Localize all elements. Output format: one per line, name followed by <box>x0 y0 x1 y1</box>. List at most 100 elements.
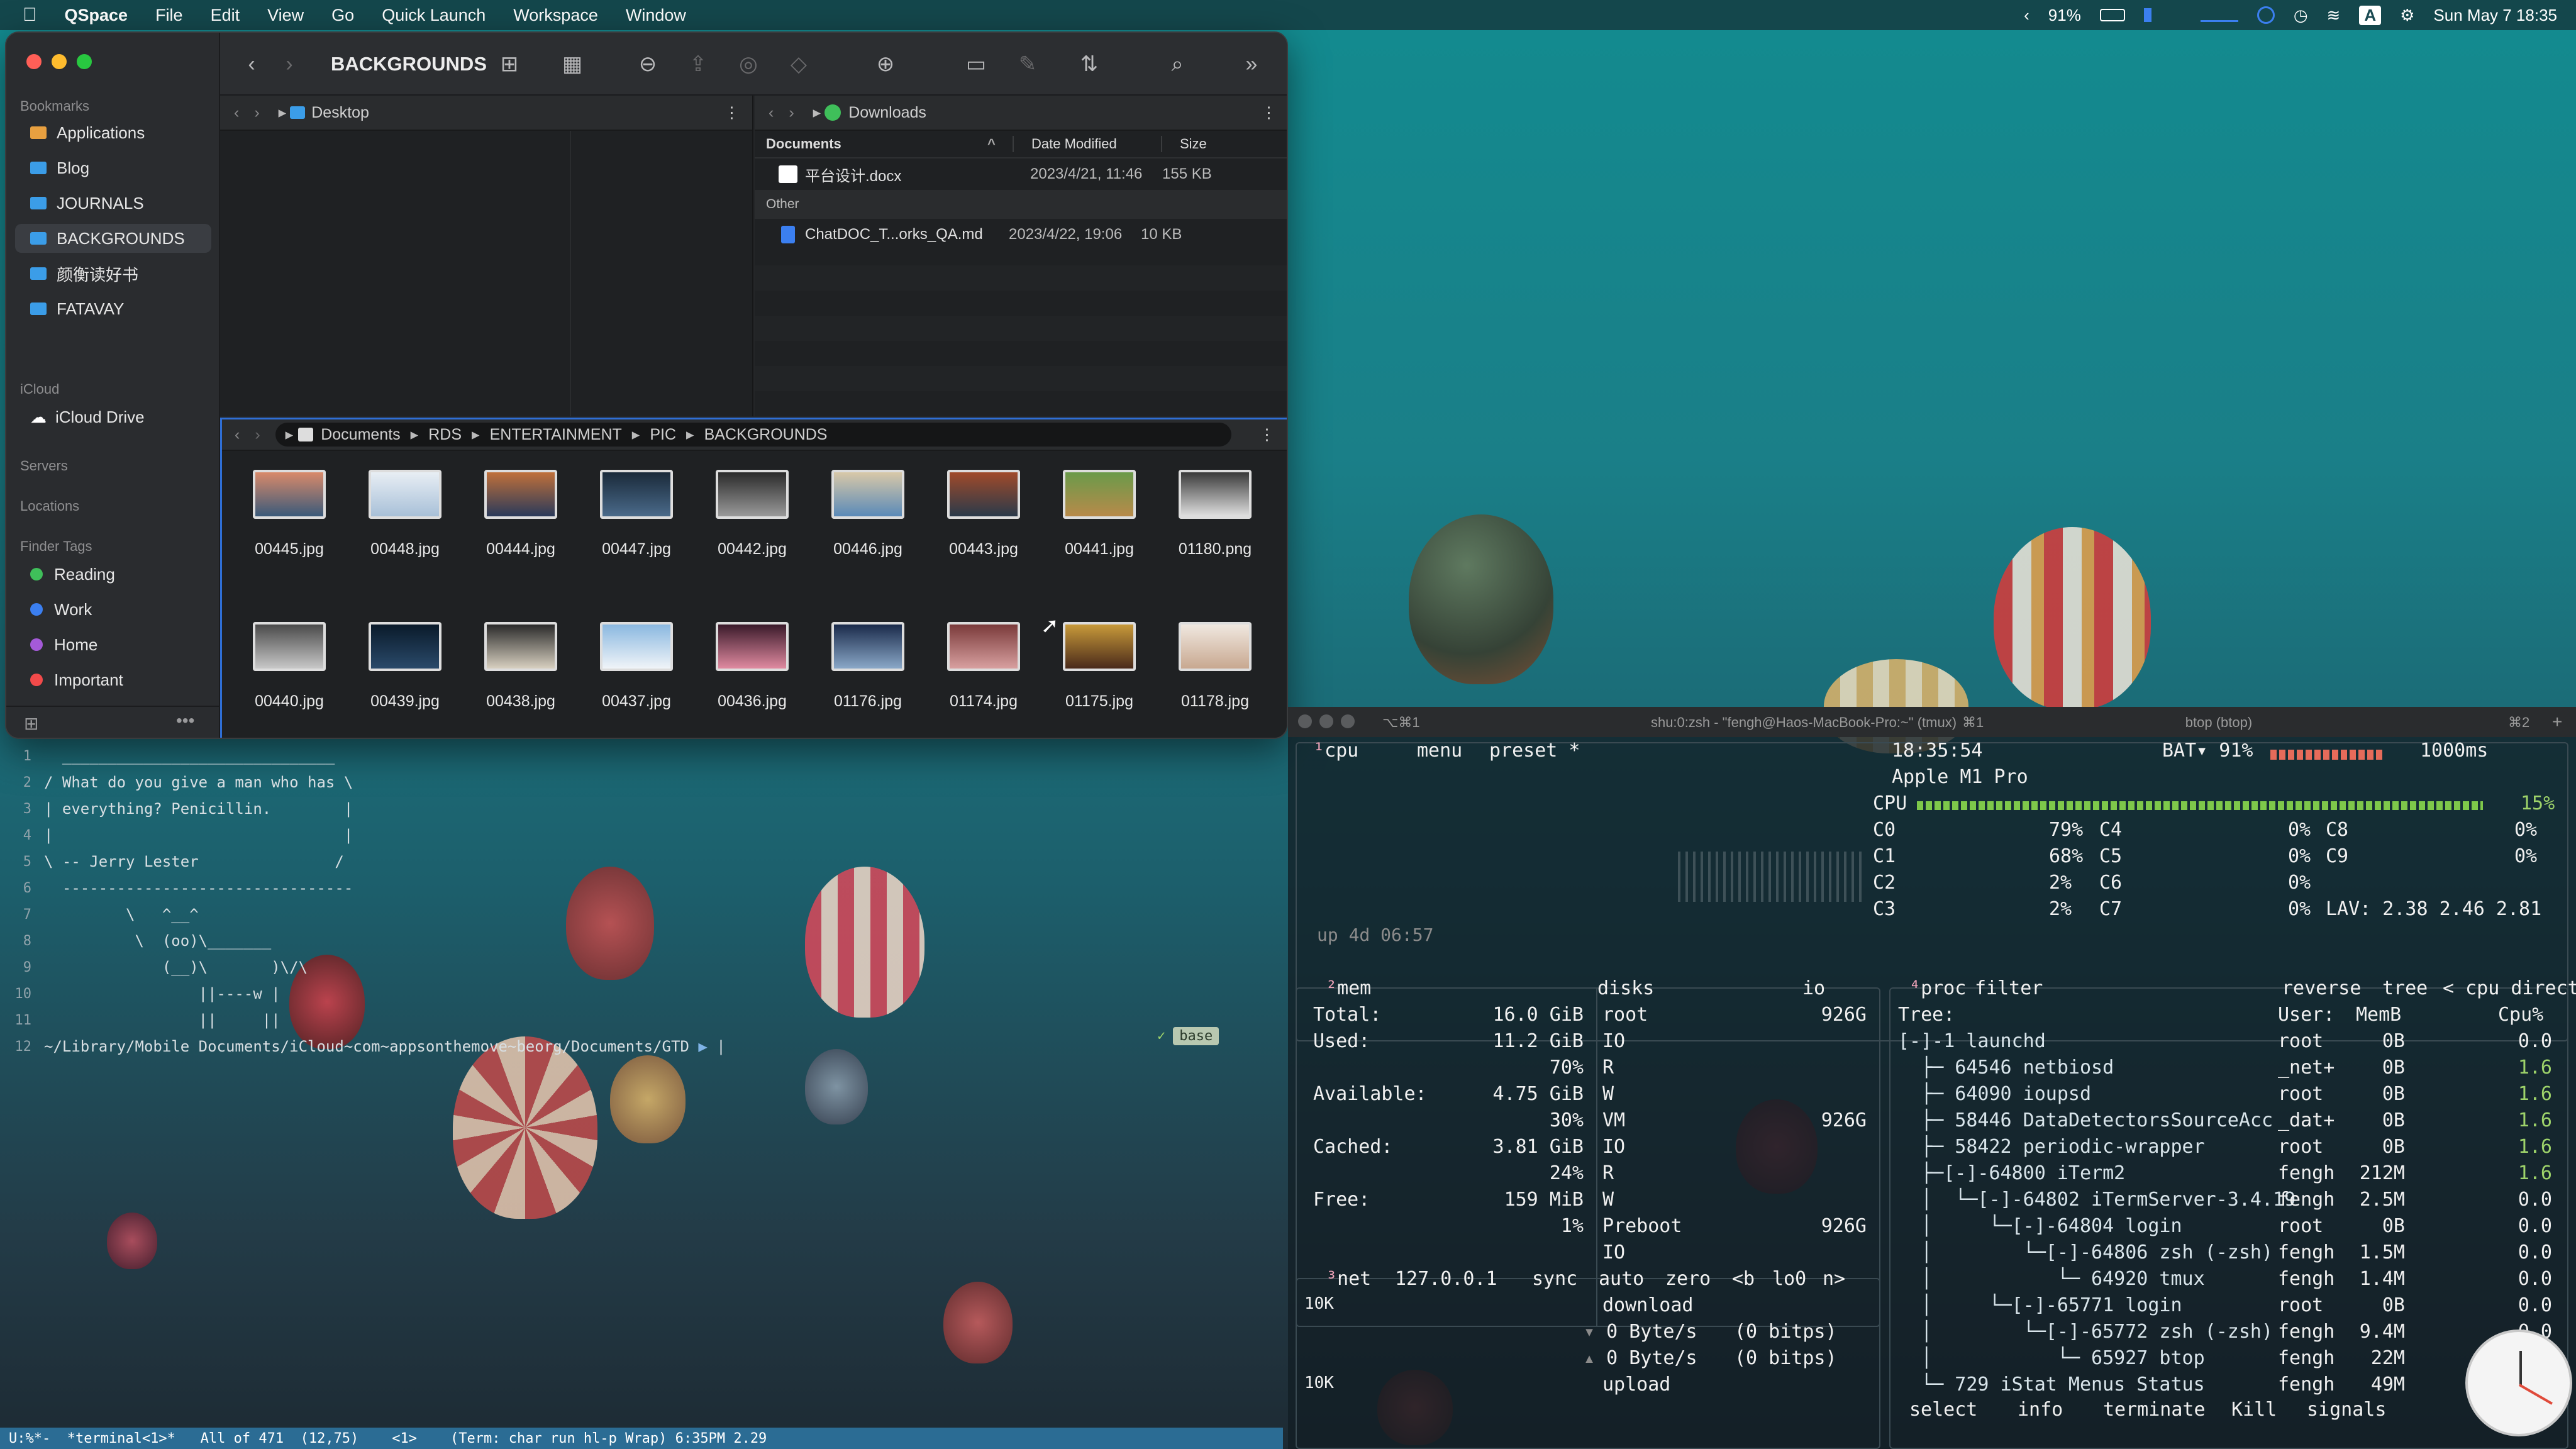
menu-view[interactable]: View <box>253 6 318 25</box>
proc-sort-selector[interactable]: < cpu direct > <box>2443 977 2576 999</box>
sort-icon[interactable]: ⇅ <box>1077 52 1102 77</box>
sidebar-item-backgrounds[interactable]: BACKGROUNDS <box>15 224 211 253</box>
menu-clock[interactable]: Sun May 7 18:35 <box>2433 6 2557 25</box>
proc-cell-user[interactable]: fengh <box>2278 1268 2334 1290</box>
sidebar-item-journals[interactable]: JOURNALS <box>15 189 211 218</box>
file-name[interactable]: 00443.jpg <box>925 540 1042 558</box>
column-date-modified[interactable]: Date Modified <box>1013 136 1161 152</box>
proc-cell-user[interactable]: _dat+ <box>2278 1109 2334 1131</box>
net-prev-iface[interactable]: <b <box>1732 1268 1755 1290</box>
file-name[interactable]: 00437.jpg <box>578 692 695 711</box>
proc-cell-cpu[interactable]: 1.6 <box>2489 1109 2552 1131</box>
proc-cell-cpu[interactable]: 0.0 <box>2489 1189 2552 1211</box>
proc-cell-cpu[interactable]: 0.0 <box>2489 1215 2552 1237</box>
menu-app-name[interactable]: QSpace <box>51 6 142 25</box>
file-name[interactable]: 01180.png <box>1157 540 1274 558</box>
file-name[interactable]: 00447.jpg <box>578 540 695 558</box>
proc-cell-cpu[interactable]: 1.6 <box>2489 1057 2552 1079</box>
file-thumbnail[interactable] <box>369 622 441 671</box>
proc-cell-tree[interactable]: ├─ 58422 periodic-wrapper <box>1898 1136 2205 1158</box>
file-name[interactable]: 00448.jpg <box>347 540 464 558</box>
file-thumbnail[interactable] <box>484 470 557 519</box>
proc-cell-user[interactable]: root <box>2278 1083 2323 1105</box>
proc-cell-cpu[interactable]: 0.0 <box>2489 1268 2552 1290</box>
proc-cell-user[interactable]: fengh <box>2278 1189 2334 1211</box>
proc-cell-mem[interactable]: 0B <box>2342 1030 2405 1052</box>
back-icon[interactable]: ‹ <box>239 52 264 77</box>
control-center-icon[interactable]: ⚙ <box>2400 6 2414 25</box>
file-thumbnail[interactable] <box>1063 622 1136 671</box>
proc-cell-mem[interactable]: 22M <box>2342 1347 2405 1369</box>
sidebar-section-servers[interactable]: Servers <box>20 458 68 474</box>
sidebar-tag-work[interactable]: Work <box>15 595 211 624</box>
proc-cell-cpu[interactable]: 1.6 <box>2489 1136 2552 1158</box>
disks-io-toggle[interactable]: io <box>1802 977 1825 999</box>
battery-icon[interactable] <box>2099 9 2125 21</box>
file-name[interactable]: 00440.jpg <box>231 692 348 711</box>
file-name[interactable]: 00444.jpg <box>462 540 579 558</box>
proc-cell-mem[interactable]: 1.5M <box>2342 1241 2405 1263</box>
file-thumbnail[interactable] <box>1179 470 1252 519</box>
forward-icon[interactable]: › <box>277 52 302 77</box>
breadcrumb-item[interactable]: BACKGROUNDS <box>704 426 828 444</box>
back-icon[interactable]: ‹ <box>235 426 240 444</box>
file-thumbnail[interactable] <box>1063 470 1136 519</box>
net-title[interactable]: net <box>1337 1268 1371 1290</box>
search-icon[interactable]: ⌕ <box>1165 52 1190 77</box>
proc-cell-tree[interactable]: ├─ 64090 ioupsd <box>1898 1083 2091 1105</box>
net-opt-sync[interactable]: sync <box>1532 1268 1577 1290</box>
net-opt-auto[interactable]: auto <box>1599 1268 1644 1290</box>
btop-interval[interactable]: 1000ms <box>2420 740 2488 762</box>
proc-action-info[interactable]: info <box>2018 1399 2063 1421</box>
table-row[interactable]: ChatDOC_T...orks_QA.md 2023/4/22, 19:06 … <box>755 219 1287 250</box>
sidebar-item-blog[interactable]: Blog <box>15 153 211 182</box>
proc-opt-reverse[interactable]: reverse <box>2282 977 2361 999</box>
menu-go[interactable]: Go <box>318 6 368 25</box>
proc-cell-mem[interactable]: 0B <box>2342 1057 2405 1079</box>
apple-icon[interactable]:  <box>0 4 51 26</box>
proc-cell-tree[interactable]: │ └─[-]-65771 login <box>1898 1294 2182 1316</box>
proc-cell-tree[interactable]: │ └─[-]-65772 zsh (-zsh) <box>1898 1321 2273 1343</box>
proc-cell-mem[interactable]: 49M <box>2342 1374 2405 1396</box>
proc-cell-tree[interactable]: │ └─[-]-64806 zsh (-zsh) <box>1898 1241 2273 1263</box>
sidebar-item-reading-books[interactable]: 颜衡读好书 <box>15 259 211 288</box>
file-name[interactable]: 01174.jpg <box>925 692 1042 711</box>
sidebar-tag-important[interactable]: Important <box>15 665 211 694</box>
forward-icon[interactable]: › <box>254 104 259 122</box>
proc-cell-mem[interactable]: 1.4M <box>2342 1268 2405 1290</box>
sidebar-section-locations[interactable]: Locations <box>20 498 79 514</box>
emacs-terminal[interactable]: 1 ______________________________ 2 / What … <box>0 739 1283 1449</box>
battery-percent[interactable]: 91% <box>2048 6 2081 25</box>
menu-edit[interactable]: Edit <box>197 6 254 25</box>
back-icon[interactable]: ‹ <box>234 104 239 122</box>
proc-cell-mem[interactable]: 0B <box>2342 1215 2405 1237</box>
file-name[interactable]: 00442.jpg <box>694 540 811 558</box>
close-button[interactable] <box>26 54 42 69</box>
action-icon[interactable]: ⊖ <box>635 52 660 77</box>
proc-cell-tree[interactable]: │ └─ 64920 tmux <box>1898 1268 2205 1290</box>
proc-action-select[interactable]: select <box>1909 1399 1977 1421</box>
minimize-button[interactable] <box>1319 714 1333 728</box>
chevron-left-icon[interactable]: ‹ <box>2024 6 2029 25</box>
proc-cell-mem[interactable]: 2.5M <box>2342 1189 2405 1211</box>
new-tab-icon[interactable]: + <box>2552 712 2562 732</box>
cpu-graph-icon[interactable] <box>2143 8 2182 22</box>
terminal-icon[interactable]: ▭ <box>963 52 989 77</box>
proc-cell-user[interactable]: root <box>2278 1136 2323 1158</box>
expand-icon[interactable]: » <box>1239 52 1264 77</box>
proc-cell-tree[interactable]: ├─ 64546 netbiosd <box>1898 1057 2114 1079</box>
sidebar-tag-home[interactable]: Home <box>15 630 211 659</box>
proc-cell-tree[interactable]: │ └─ 65927 btop <box>1898 1347 2205 1369</box>
breadcrumb-item[interactable]: Documents <box>321 426 400 444</box>
proc-cell-mem[interactable]: 0B <box>2342 1109 2405 1131</box>
proc-action-kill[interactable]: Kill <box>2231 1399 2277 1421</box>
proc-cell-tree[interactable]: │ └─[-]-64802 iTermServer-3.4.19 <box>1898 1189 2296 1211</box>
proc-cell-cpu[interactable]: 1.6 <box>2489 1162 2552 1184</box>
more-options-icon[interactable]: ••• <box>176 711 194 731</box>
proc-cell-cpu[interactable]: 0.0 <box>2489 1294 2552 1316</box>
pane-menu-icon[interactable]: ⋮ <box>1261 103 1277 122</box>
sidebar-tag-reading[interactable]: Reading <box>15 560 211 589</box>
proc-cell-tree[interactable]: ├─ 58446 DataDetectorsSourceAcc <box>1898 1109 2273 1131</box>
proc-cell-user[interactable]: fengh <box>2278 1321 2334 1343</box>
sidebar-item-applications[interactable]: Applications <box>15 118 211 147</box>
